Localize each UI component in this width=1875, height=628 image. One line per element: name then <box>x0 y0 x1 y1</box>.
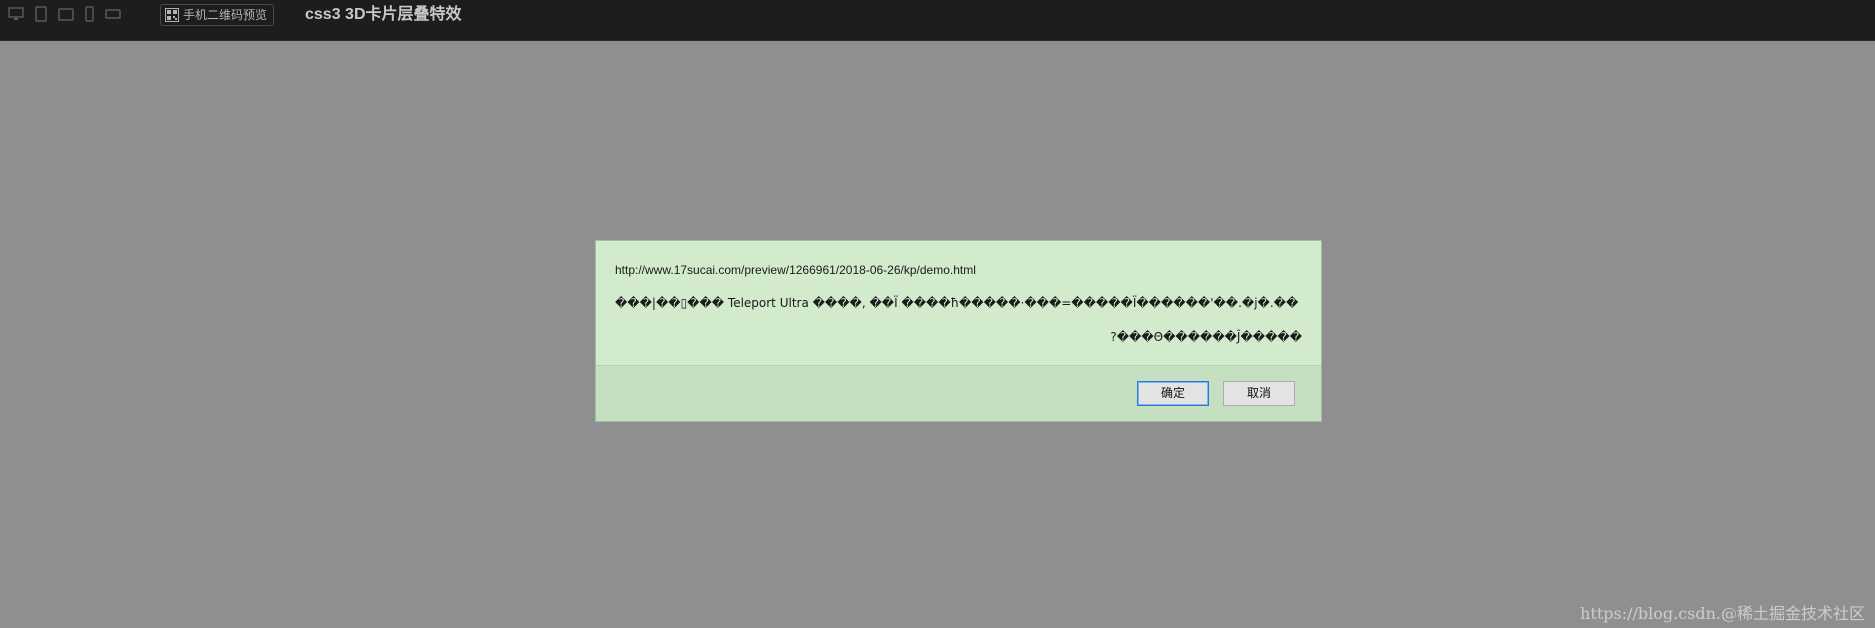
cancel-button[interactable]: 取消 <box>1223 381 1295 406</box>
qr-code-icon <box>165 8 179 22</box>
desktop-icon[interactable] <box>8 6 24 22</box>
watermark: https://blog.csdn.@稀土掘金技术社区 <box>1580 604 1865 623</box>
tablet-landscape-icon[interactable] <box>58 7 74 21</box>
dialog-message-line-2: ?���Θ������Ĵ����� <box>1110 330 1302 344</box>
dialog-footer: 确定 取消 <box>596 365 1321 421</box>
dialog-message-line-1: ���|��▯��� Teleport Ultra ����, ��Ï ����… <box>615 296 1299 310</box>
top-toolbar: 手机二维码预览 css3 3D卡片层叠特效 <box>0 0 1875 41</box>
page-title: css3 3D卡片层叠特效 <box>305 6 462 23</box>
ok-button[interactable]: 确定 <box>1137 381 1209 406</box>
tablet-portrait-icon[interactable] <box>35 6 47 22</box>
alert-dialog: http://www.17sucai.com/preview/1266961/2… <box>595 240 1322 422</box>
phone-landscape-icon[interactable] <box>105 9 121 19</box>
device-preview-switcher <box>8 6 132 22</box>
qr-preview-label: 手机二维码预览 <box>183 8 268 22</box>
qr-preview-button[interactable]: 手机二维码预览 <box>160 4 275 26</box>
phone-portrait-icon[interactable] <box>85 6 94 22</box>
dialog-url: http://www.17sucai.com/preview/1266961/2… <box>615 263 976 277</box>
